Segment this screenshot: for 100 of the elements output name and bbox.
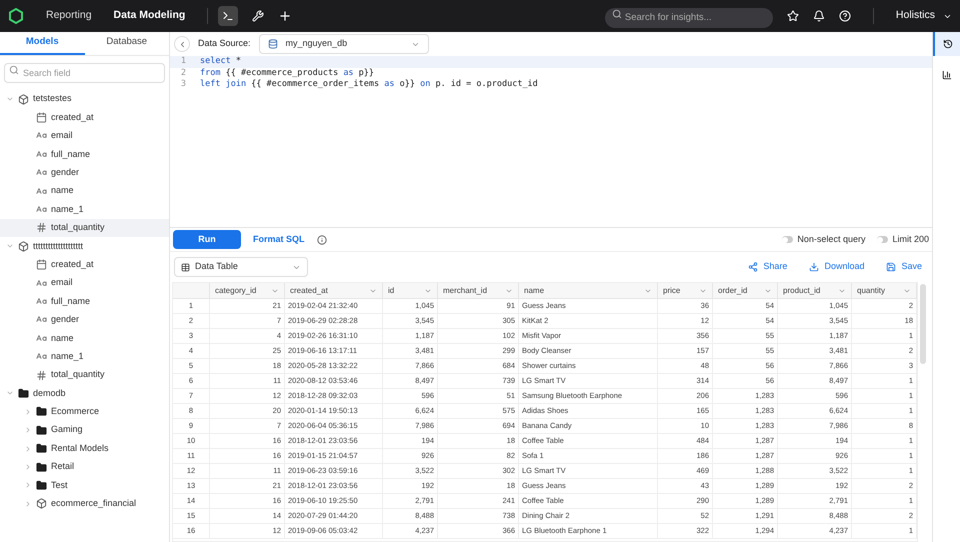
tree-item[interactable]: gender	[0, 310, 169, 330]
tree-item[interactable]: tttttttttttttttttttt	[0, 237, 169, 256]
tree-label: name	[51, 184, 74, 198]
table-icon	[181, 262, 190, 272]
folder-icon	[36, 480, 47, 491]
data-source-select[interactable]: my_nguyen_db	[258, 34, 429, 54]
code-line: select *	[199, 55, 241, 68]
action-link[interactable]: Share	[748, 260, 794, 274]
caret-icon[interactable]	[24, 408, 32, 416]
tree-item[interactable]: ecommerce_financial	[0, 494, 169, 513]
tree-item[interactable]: name	[0, 329, 169, 348]
tree-label: name_1	[51, 202, 84, 216]
help-icon[interactable]	[838, 10, 851, 22]
text-type-icon	[36, 278, 47, 289]
tree-label: Ecommerce	[51, 405, 100, 418]
column-header[interactable]: category_id	[210, 283, 285, 298]
tree-item[interactable]: Retail	[0, 458, 169, 476]
tree-item[interactable]: Gaming	[0, 421, 169, 440]
tree-item[interactable]: gender	[0, 164, 169, 182]
tree-item[interactable]: created_at	[0, 256, 169, 274]
folder-icon	[18, 388, 29, 399]
tree-item[interactable]: name	[0, 182, 169, 200]
download-icon	[809, 262, 820, 272]
caret-icon[interactable]	[24, 463, 32, 471]
scrollbar[interactable]	[920, 284, 926, 364]
tree-label: full_name	[51, 294, 90, 308]
column-header[interactable]: price	[658, 283, 713, 298]
tree-item[interactable]: name_1	[0, 200, 169, 219]
data-source-label: Data Source:	[198, 37, 251, 50]
column-header[interactable]: merchant_id	[438, 283, 519, 298]
format-sql-link[interactable]: Format SQL	[253, 232, 305, 246]
column-header[interactable]: created_at	[285, 283, 383, 298]
code-line: from {{ #ecommerce_products as p}}	[199, 66, 374, 80]
caret-icon[interactable]	[24, 481, 32, 490]
sidebar-tab[interactable]: Database	[84, 32, 169, 55]
caret-icon[interactable]	[24, 500, 32, 508]
tree-item[interactable]: email	[0, 274, 169, 292]
wrench-icon[interactable]	[252, 10, 264, 22]
search-icon	[612, 9, 622, 19]
search-icon	[9, 65, 19, 75]
tree-item[interactable]: Ecommerce	[0, 402, 169, 422]
tree-item[interactable]: Test	[0, 476, 169, 495]
account-menu[interactable]: Holistics	[896, 8, 952, 24]
history-tab[interactable]	[933, 32, 960, 56]
text-type-icon	[36, 186, 47, 197]
column-header[interactable]: order_id	[713, 283, 778, 298]
star-icon[interactable]	[786, 10, 799, 22]
tree-item[interactable]: name_1	[0, 347, 169, 366]
tree-item[interactable]: total_quantity	[0, 366, 169, 384]
tree-item[interactable]: full_name	[0, 292, 169, 311]
view-select[interactable]: Data Table	[174, 257, 308, 277]
line-number: 1	[180, 55, 187, 68]
sidebar-tab[interactable]: Models	[0, 32, 84, 55]
tree-item[interactable]: created_at	[0, 108, 169, 127]
share-icon	[748, 262, 758, 272]
tree-label: Retail	[51, 460, 74, 474]
caret-icon[interactable]	[24, 444, 32, 453]
tree-label: name_1	[51, 350, 84, 363]
folder-icon	[36, 424, 47, 436]
search-field[interactable]: Search for insights...	[604, 8, 773, 28]
column-header[interactable]: id	[383, 283, 438, 298]
code-editor[interactable]: 1 select * 2 from {{ #ecommerce_products as p}} 3 left join {{ #ecommerce_order_items as o}} on p. id = o.product_id	[170, 56, 932, 228]
tree-label: full_name	[51, 148, 90, 161]
bell-icon[interactable]	[812, 10, 825, 22]
cube-icon	[18, 240, 29, 252]
terminal-button[interactable]	[218, 6, 238, 26]
text-type-icon	[36, 296, 47, 307]
add-icon[interactable]	[278, 9, 292, 23]
tree-item[interactable]: email	[0, 126, 169, 146]
info-icon	[316, 234, 327, 244]
logo-icon	[8, 8, 24, 24]
tree-item[interactable]: Rental Models	[0, 439, 169, 458]
action-link[interactable]: Save	[886, 260, 928, 274]
action-link[interactable]: Download	[809, 260, 870, 274]
toggle-switch[interactable]	[877, 236, 888, 243]
collapse-button[interactable]	[174, 36, 190, 52]
toggle-switch[interactable]	[782, 236, 794, 243]
tree-item[interactable]: total_quantity	[0, 218, 169, 238]
tree-label: created_at	[51, 110, 94, 124]
chart-icon[interactable]	[942, 70, 952, 80]
tree-item[interactable]: tetstestes	[0, 90, 169, 108]
column-header[interactable]: name	[519, 283, 658, 298]
line-number: 3	[180, 78, 187, 92]
tree-label: ecommerce_financial	[51, 497, 136, 510]
run-button[interactable]: Run	[173, 230, 241, 249]
nav-link[interactable]: Reporting	[46, 8, 92, 24]
tree-label: Test	[51, 478, 68, 492]
cube-icon	[18, 94, 29, 105]
search-field[interactable]: Search field	[4, 63, 165, 83]
text-type-icon	[36, 332, 47, 344]
column-header[interactable]: quantity	[852, 283, 917, 298]
caret-icon[interactable]	[24, 426, 32, 434]
nav-link[interactable]: Data Modeling	[114, 8, 186, 24]
column-header[interactable]: product_id	[778, 283, 852, 298]
tree-item[interactable]: full_name	[0, 145, 169, 164]
tree-label: Gaming	[51, 423, 83, 436]
tree-item[interactable]: demodb	[0, 384, 169, 403]
tree-label: demodb	[33, 386, 66, 400]
history-icon	[942, 39, 952, 49]
tree-label: gender	[51, 166, 80, 179]
